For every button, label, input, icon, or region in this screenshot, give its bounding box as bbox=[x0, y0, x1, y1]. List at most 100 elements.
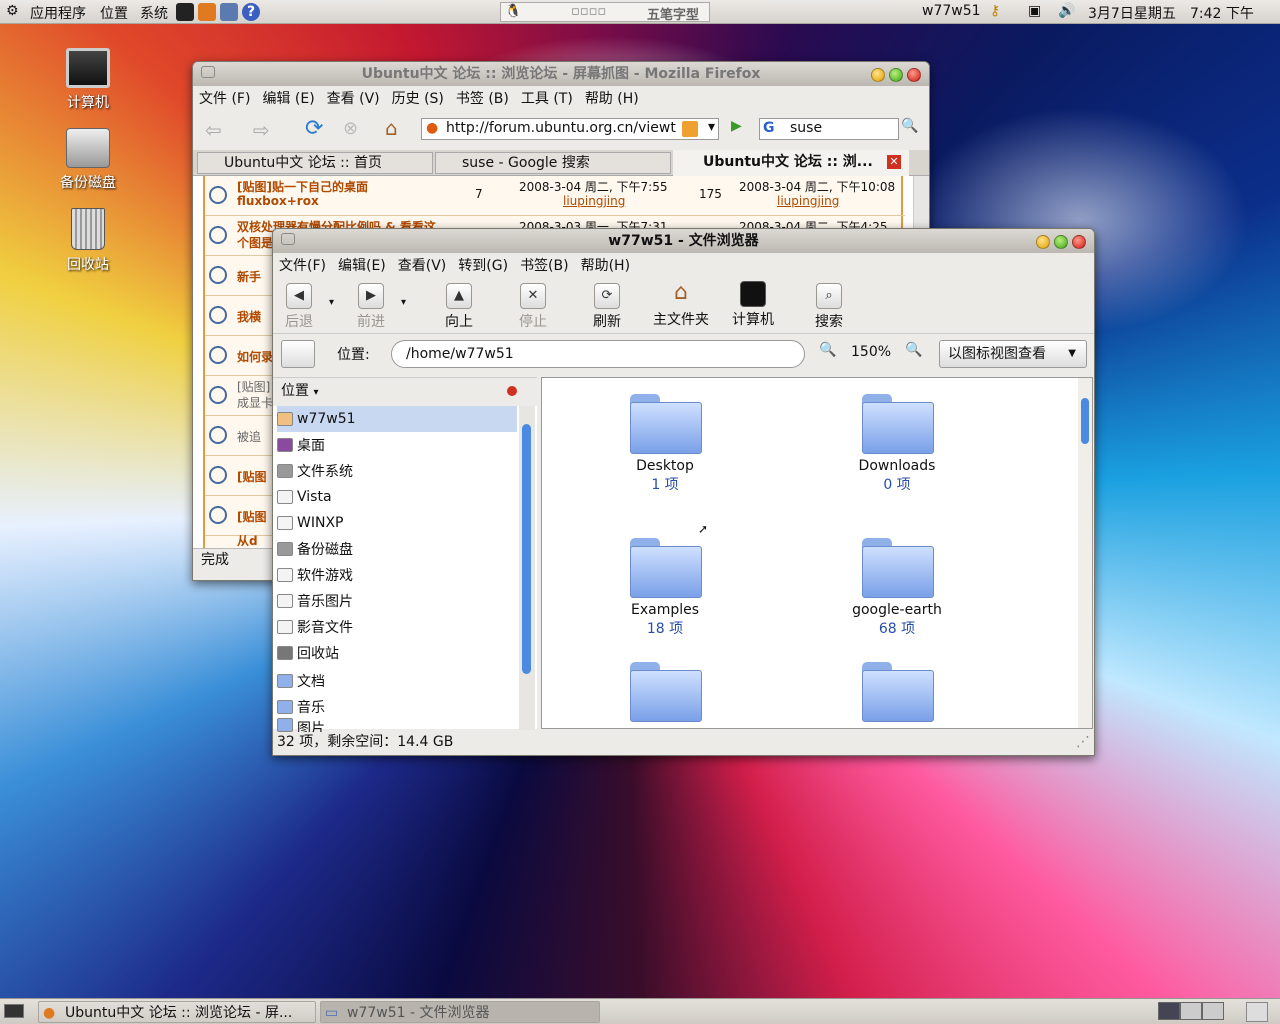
sidebar-item-winxp[interactable]: WINXP bbox=[277, 510, 343, 536]
maximize-button[interactable] bbox=[889, 68, 903, 82]
applications-menu[interactable]: 应用程序 bbox=[30, 3, 86, 23]
places-menu[interactable]: 位置 bbox=[100, 3, 128, 23]
stop-icon[interactable]: ⊗ bbox=[343, 118, 358, 139]
minimize-button[interactable] bbox=[1036, 235, 1050, 249]
sidebar-item-trash[interactable]: 回收站 bbox=[277, 640, 339, 666]
maximize-button[interactable] bbox=[1054, 235, 1068, 249]
show-desktop-icon[interactable] bbox=[4, 1004, 24, 1018]
sidebar-item-filesystem[interactable]: 文件系统 bbox=[277, 458, 353, 484]
topic-title[interactable]: 新手 bbox=[237, 268, 261, 285]
sidebar-item-music[interactable]: 音乐 bbox=[277, 694, 325, 720]
keyring-icon[interactable]: ⚷ bbox=[990, 3, 1000, 19]
sidebar-item-games[interactable]: 软件游戏 bbox=[277, 562, 353, 588]
menu-help[interactable]: 帮助 (H) bbox=[585, 88, 639, 108]
folder-item[interactable]: Downloads 0 项 bbox=[842, 394, 952, 494]
window-menu-icon[interactable] bbox=[201, 66, 215, 78]
topic-title-line2[interactable]: fluxbox+rox bbox=[237, 194, 319, 208]
input-method-bar[interactable]: 🐧 ▫▫▫▫ 五笔字型 bbox=[500, 2, 710, 23]
url-text[interactable]: http://forum.ubuntu.org.cn/viewt bbox=[446, 120, 676, 136]
reload-icon[interactable]: ⟳ bbox=[305, 116, 323, 141]
firefox-launcher-icon[interactable] bbox=[198, 3, 216, 21]
back-icon[interactable]: ⇦ bbox=[205, 118, 222, 142]
task-file-browser[interactable]: ▭ w77w51 - 文件浏览器 bbox=[320, 1001, 600, 1023]
scrollbar-thumb[interactable] bbox=[522, 424, 531, 674]
menu-file[interactable]: 文件(F) bbox=[279, 255, 326, 275]
close-button[interactable] bbox=[907, 68, 921, 82]
home-icon[interactable]: ⌂ bbox=[385, 116, 398, 140]
topic-title[interactable]: [贴图 bbox=[237, 508, 267, 525]
folder-item[interactable] bbox=[842, 662, 952, 726]
clock-time[interactable]: 7:42 下午 bbox=[1190, 3, 1254, 23]
username[interactable]: w77w51 bbox=[922, 3, 981, 19]
stop-button[interactable]: ✕ 停止 bbox=[513, 283, 553, 331]
trash-applet-icon[interactable] bbox=[1246, 1002, 1268, 1022]
task-firefox[interactable]: ● Ubuntu中文 论坛 :: 浏览论坛 - 屏... bbox=[38, 1001, 316, 1023]
topic-title[interactable]: 被追 bbox=[237, 428, 261, 445]
file-view-scrollbar[interactable] bbox=[1078, 378, 1092, 728]
location-toggle-icon[interactable] bbox=[281, 340, 315, 368]
menu-help[interactable]: 帮助(H) bbox=[581, 255, 630, 275]
search-icon[interactable]: 🔍 bbox=[901, 118, 918, 134]
ubuntu-logo-icon[interactable]: ⚙ bbox=[6, 3, 19, 19]
help-icon[interactable]: ? bbox=[242, 3, 260, 21]
sidebar-scrollbar[interactable] bbox=[519, 406, 535, 730]
topic-last-author-link[interactable]: liupingjing bbox=[777, 194, 839, 208]
folder-item[interactable]: Desktop 1 项 bbox=[610, 394, 720, 494]
file-browser-titlebar[interactable]: w77w51 - 文件浏览器 bbox=[273, 229, 1094, 253]
workspace-3[interactable] bbox=[1202, 1002, 1224, 1020]
up-button[interactable]: ▲ 向上 bbox=[439, 283, 479, 331]
scrollbar-thumb[interactable] bbox=[1081, 398, 1089, 444]
url-bar[interactable]: ● http://forum.ubuntu.org.cn/viewt ▾ bbox=[421, 118, 719, 140]
sidebar-close-icon[interactable] bbox=[507, 386, 517, 396]
menu-bookmarks[interactable]: 书签(B) bbox=[520, 255, 569, 275]
forward-icon[interactable]: ⇨ bbox=[253, 118, 270, 142]
topic-title-line2[interactable]: 个图是 bbox=[237, 234, 273, 251]
resize-grip-icon[interactable]: ⋰ bbox=[1076, 731, 1090, 753]
home-button[interactable]: ⌂ 主文件夹 bbox=[649, 281, 713, 329]
clock-date[interactable]: 3月7日星期五 bbox=[1088, 3, 1176, 23]
close-button[interactable] bbox=[1072, 235, 1086, 249]
back-history-icon[interactable]: ▾ bbox=[329, 297, 334, 308]
editor-launcher-icon[interactable] bbox=[220, 3, 238, 21]
search-bar[interactable]: G suse bbox=[759, 118, 899, 140]
sidebar-item-videos[interactable]: 影音文件 bbox=[277, 614, 353, 640]
go-icon[interactable]: ▶ bbox=[731, 118, 742, 134]
location-text[interactable]: /home/w77w51 bbox=[406, 346, 514, 362]
desktop-icon-computer[interactable]: 计算机 bbox=[43, 48, 133, 112]
menu-file[interactable]: 文件 (F) bbox=[199, 88, 250, 108]
back-button[interactable]: ◀ 后退 bbox=[281, 283, 317, 331]
desktop-icon-trash[interactable]: 回收站 bbox=[43, 208, 133, 274]
topic-author-link[interactable]: liupingjing bbox=[563, 194, 625, 208]
window-menu-icon[interactable] bbox=[281, 233, 295, 245]
sidebar-item-music-pictures[interactable]: 音乐图片 bbox=[277, 588, 353, 614]
sidebar-item-desktop[interactable]: 桌面 bbox=[277, 432, 325, 458]
location-input[interactable]: /home/w77w51 bbox=[391, 340, 805, 368]
workspace-1[interactable] bbox=[1158, 1002, 1180, 1020]
sidebar-item-pictures[interactable]: 图片 bbox=[277, 718, 325, 732]
sidebar-item-home[interactable]: w77w51 bbox=[277, 406, 517, 432]
menu-go[interactable]: 转到(G) bbox=[458, 255, 508, 275]
sidebar-item-backup-disk[interactable]: 备份磁盘 bbox=[277, 536, 353, 562]
reload-button[interactable]: ⟳ 刷新 bbox=[587, 283, 627, 331]
topic-title[interactable]: 从d bbox=[237, 532, 258, 548]
menu-history[interactable]: 历史 (S) bbox=[392, 88, 444, 108]
menu-view[interactable]: 查看(V) bbox=[398, 255, 447, 275]
folder-item[interactable]: Examples 18 项 bbox=[610, 538, 720, 638]
terminal-icon[interactable] bbox=[176, 3, 194, 21]
zoom-out-icon[interactable]: 🔍 bbox=[819, 342, 836, 358]
topic-title[interactable]: 如何录 bbox=[237, 348, 273, 365]
workspace-switcher[interactable] bbox=[1158, 1002, 1238, 1022]
table-row[interactable]: [贴图]贴一下自己的桌面 fluxbox+rox 7 2008-3-04 周二,… bbox=[205, 176, 905, 216]
network-icon[interactable]: ▣ bbox=[1028, 3, 1041, 19]
menu-tools[interactable]: 工具 (T) bbox=[521, 88, 573, 108]
tab-close-icon[interactable]: ✕ bbox=[887, 155, 901, 169]
menu-view[interactable]: 查看 (V) bbox=[327, 88, 380, 108]
topic-title[interactable]: [贴图]贴一下自己的桌面 bbox=[237, 178, 368, 195]
menu-edit[interactable]: 编辑(E) bbox=[338, 255, 386, 275]
search-button[interactable]: ⌕ 搜索 bbox=[809, 283, 849, 331]
menu-bookmarks[interactable]: 书签 (B) bbox=[456, 88, 509, 108]
sidebar-item-vista[interactable]: Vista bbox=[277, 484, 332, 510]
workspace-2[interactable] bbox=[1180, 1002, 1202, 1020]
folder-item[interactable] bbox=[610, 662, 720, 726]
topic-title[interactable]: 我横 bbox=[237, 308, 261, 325]
